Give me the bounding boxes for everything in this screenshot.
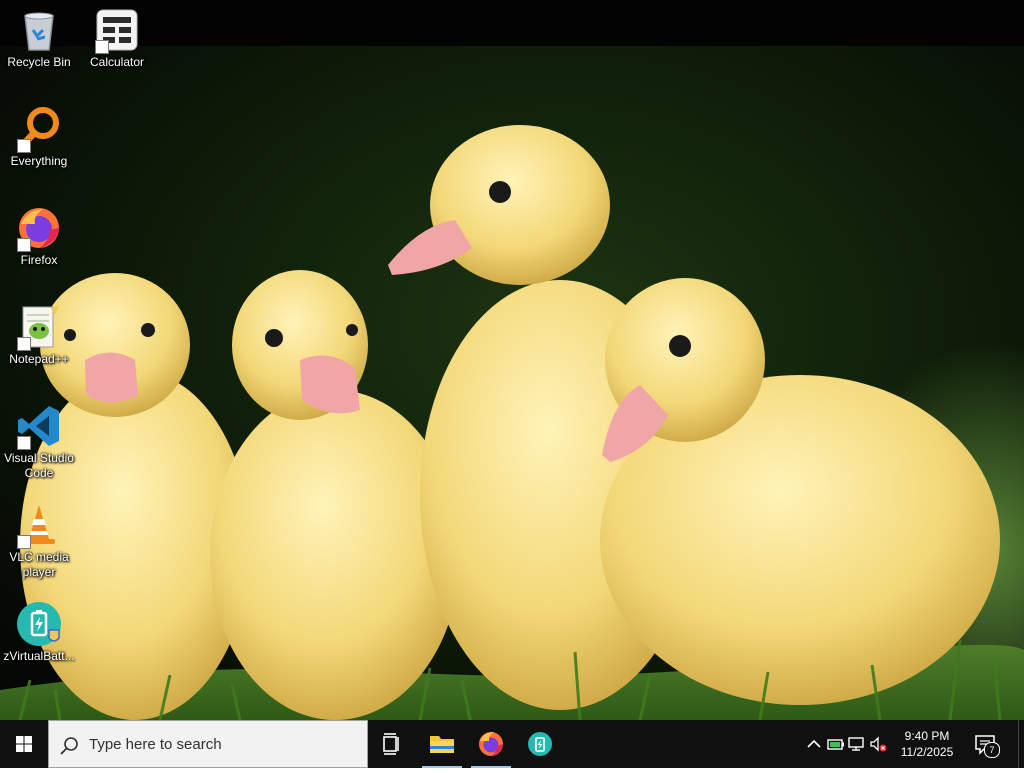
taskbar-zvirtualbattery[interactable] xyxy=(516,720,564,768)
shortcut-arrow-icon xyxy=(17,436,31,450)
firefox-icon xyxy=(15,204,63,252)
firefox-icon xyxy=(479,732,503,756)
speaker-muted-icon[interactable] xyxy=(868,734,888,754)
taskbar: Type here to search 9:40 PM 11/2/2025 7 xyxy=(0,720,1024,768)
network-icon[interactable] xyxy=(846,734,866,754)
desktop-icon-everything[interactable]: Everything xyxy=(0,99,78,169)
task-view-button[interactable] xyxy=(368,720,416,768)
desktop-icon-label: Firefox xyxy=(20,253,58,267)
start-button[interactable] xyxy=(0,720,48,768)
desktop[interactable]: Recycle Bin Calculator Everything Firefo… xyxy=(0,0,1024,720)
shortcut-arrow-icon xyxy=(17,337,31,351)
desktop-icon-calculator[interactable]: Calculator xyxy=(78,0,156,70)
vlc-cone-icon xyxy=(15,501,63,549)
windows-logo-icon xyxy=(16,736,32,752)
notification-count-badge: 7 xyxy=(984,742,1000,758)
recycle-bin-icon xyxy=(15,6,63,54)
show-desktop-button[interactable] xyxy=(1018,720,1024,768)
desktop-icon-label: Notepad++ xyxy=(9,352,69,366)
chevron-up-icon[interactable] xyxy=(804,734,824,754)
desktop-icon-visual-studio-code[interactable]: Visual Studio Code xyxy=(0,396,78,481)
action-center-button[interactable]: 7 xyxy=(972,730,1000,758)
shortcut-arrow-icon xyxy=(17,238,31,252)
battery-shield-icon xyxy=(15,600,63,648)
desktop-icon-label: zVirtualBatt... xyxy=(3,649,75,663)
system-tray: 9:40 PM 11/2/2025 7 xyxy=(804,720,1024,768)
taskbar-file-explorer[interactable] xyxy=(418,720,466,768)
magnifier-icon xyxy=(15,105,63,153)
desktop-icon-label: VLC media player xyxy=(9,550,69,579)
desktop-icon-label: Calculator xyxy=(89,55,145,69)
shortcut-arrow-icon xyxy=(95,40,109,54)
desktop-icon-zvirtualbattery[interactable]: zVirtualBatt... xyxy=(0,594,78,664)
taskbar-firefox[interactable] xyxy=(467,720,515,768)
search-placeholder: Type here to search xyxy=(89,736,222,753)
desktop-icon-notepad-plus-plus[interactable]: Notepad++ xyxy=(0,297,78,367)
desktop-icon-recycle-bin[interactable]: Recycle Bin xyxy=(0,0,78,70)
desktop-icon-firefox[interactable]: Firefox xyxy=(0,198,78,268)
task-view-icon xyxy=(383,733,399,755)
wallpaper-ducklings xyxy=(0,0,1024,720)
notepad-plus-plus-icon xyxy=(15,303,63,351)
shortcut-arrow-icon xyxy=(17,139,31,153)
battery-shield-icon xyxy=(528,732,552,756)
clock-date: 11/2/2025 xyxy=(900,745,954,759)
taskbar-clock[interactable]: 9:40 PM 11/2/2025 xyxy=(888,728,966,760)
calculator-icon xyxy=(93,6,141,54)
desktop-icons: Recycle Bin Calculator Everything Firefo… xyxy=(0,0,144,720)
desktop-icon-label: Recycle Bin xyxy=(7,55,71,69)
vscode-icon xyxy=(15,402,63,450)
desktop-icon-label: Visual Studio Code xyxy=(4,451,74,480)
battery-tray-icon[interactable] xyxy=(826,734,846,754)
clock-time: 9:40 PM xyxy=(904,729,950,743)
desktop-icon-label: Everything xyxy=(10,154,68,168)
taskbar-search-box[interactable]: Type here to search xyxy=(48,720,368,768)
search-icon xyxy=(60,737,78,755)
shortcut-arrow-icon xyxy=(17,535,31,549)
folder-icon xyxy=(430,736,454,753)
desktop-icon-vlc[interactable]: VLC media player xyxy=(0,495,78,580)
